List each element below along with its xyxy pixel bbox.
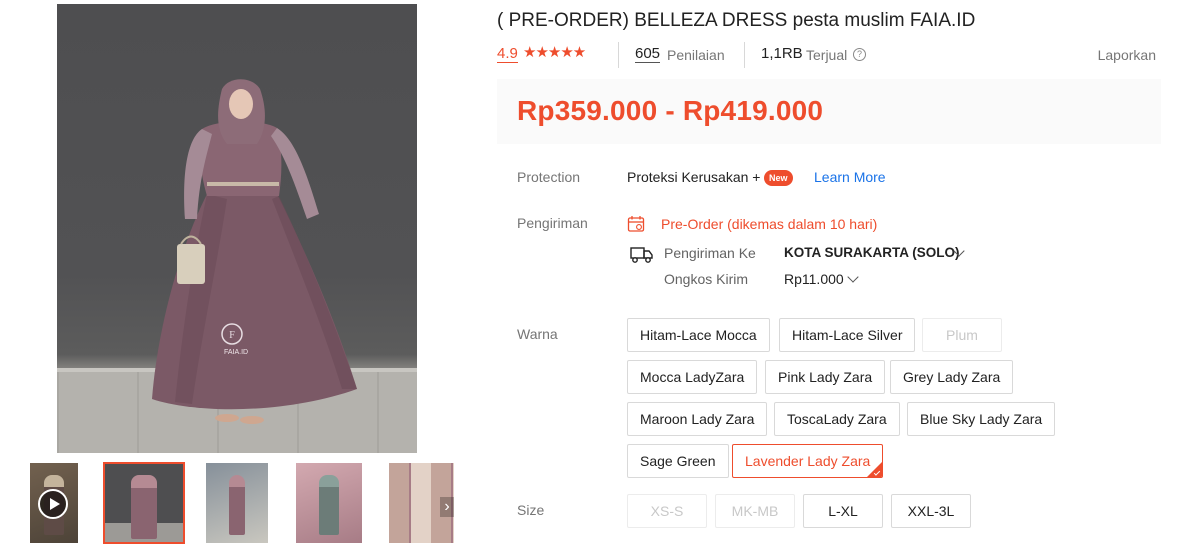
review-count[interactable]: 605 bbox=[635, 46, 661, 63]
protection-name: Proteksi Kerusakan + bbox=[627, 169, 761, 185]
thumbnail-3[interactable] bbox=[296, 463, 362, 543]
star-icon: ★★★★★ bbox=[523, 44, 586, 61]
calendar-icon bbox=[627, 216, 645, 232]
svg-text:F: F bbox=[229, 330, 235, 341]
report-link[interactable]: Laporkan bbox=[1098, 47, 1156, 63]
size-label: Size bbox=[517, 502, 545, 518]
color-option[interactable]: Plum bbox=[922, 318, 1002, 352]
shipping-cost-value[interactable]: Rp11.000 bbox=[784, 271, 844, 287]
watermark-text: FAIA.ID bbox=[224, 349, 249, 356]
play-icon[interactable] bbox=[38, 489, 68, 519]
preorder-text: Pre-Order (dikemas dalam 10 hari) bbox=[661, 216, 878, 232]
thumbnail-2[interactable] bbox=[206, 463, 268, 543]
ship-to-value[interactable]: KOTA SURAKARTA (SOLO) bbox=[784, 245, 959, 260]
thumbnail-4[interactable]: › bbox=[389, 463, 454, 543]
thumbnail-video[interactable] bbox=[30, 463, 78, 543]
help-icon[interactable]: ? bbox=[853, 48, 866, 61]
sold-label: Terjual bbox=[806, 47, 848, 63]
color-label: Warna bbox=[517, 326, 558, 342]
new-badge: New bbox=[764, 170, 793, 186]
shipping-label: Pengiriman bbox=[517, 215, 588, 231]
color-option[interactable]: Hitam-Lace Mocca bbox=[627, 318, 770, 352]
color-option[interactable]: Pink Lady Zara bbox=[765, 360, 886, 394]
product-title: ( PRE-ORDER) BELLEZA DRESS pesta muslim … bbox=[497, 10, 976, 31]
sold-count: 1,1RB bbox=[761, 45, 803, 62]
size-option[interactable]: XS-S bbox=[627, 494, 707, 528]
color-option[interactable]: Grey Lady Zara bbox=[890, 360, 1014, 394]
color-option[interactable]: ToscaLady Zara bbox=[774, 402, 900, 436]
color-option[interactable]: Hitam-Lace Silver bbox=[779, 318, 916, 352]
price-range: Rp359.000 - Rp419.000 bbox=[517, 95, 824, 126]
color-option[interactable]: Mocca LadyZara bbox=[627, 360, 758, 394]
divider bbox=[744, 42, 745, 68]
size-option[interactable]: XXL-3L bbox=[891, 494, 971, 528]
chevron-down-icon[interactable] bbox=[847, 271, 859, 283]
shipping-cost-label: Ongkos Kirim bbox=[664, 271, 749, 287]
truck-icon bbox=[630, 247, 653, 263]
color-option-label: Lavender Lady Zara bbox=[745, 453, 871, 469]
color-option-selected[interactable]: Lavender Lady Zara bbox=[732, 444, 884, 478]
ship-to-label: Pengiriman Ke bbox=[664, 245, 756, 261]
price-box: Rp359.000 - Rp419.000 bbox=[497, 79, 1161, 144]
chevron-right-icon[interactable]: › bbox=[440, 497, 454, 517]
review-label: Penilaian bbox=[667, 47, 725, 63]
learn-more-link[interactable]: Learn More bbox=[814, 169, 886, 185]
model-figure: F bbox=[152, 79, 357, 424]
color-option[interactable]: Maroon Lady Zara bbox=[627, 402, 768, 436]
color-option[interactable]: Sage Green bbox=[627, 444, 729, 478]
size-option[interactable]: MK-MB bbox=[715, 494, 795, 528]
size-option[interactable]: L-XL bbox=[803, 494, 883, 528]
protection-label: Protection bbox=[517, 169, 581, 185]
main-product-image[interactable]: F FAIA.ID bbox=[57, 4, 417, 453]
thumbnail-strip: › bbox=[30, 462, 454, 545]
color-option[interactable]: Blue Sky Lady Zara bbox=[907, 402, 1056, 436]
thumbnail-1[interactable] bbox=[103, 462, 185, 544]
divider bbox=[618, 42, 619, 68]
rating-row: 4.9 ★★★★★ 605 Penilaian 1,1RB Terjual ? … bbox=[497, 42, 1161, 68]
rating-value[interactable]: 4.9 bbox=[497, 46, 518, 63]
